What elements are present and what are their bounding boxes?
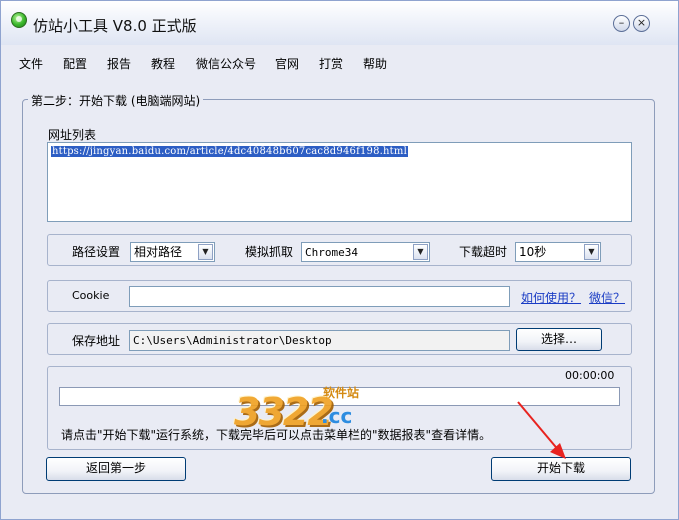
wechat-link[interactable]: 微信？ bbox=[589, 289, 625, 306]
path-setting-label: 路径设置 bbox=[72, 245, 121, 259]
menu-tip[interactable]: 打赏 bbox=[319, 55, 343, 72]
menu-official-site[interactable]: 官网 bbox=[275, 55, 299, 72]
start-download-button[interactable]: 开始下载 bbox=[491, 457, 631, 481]
minimize-button[interactable]: – bbox=[613, 15, 630, 32]
menu-bar: 文件 配置 报告 教程 微信公众号 官网 打赏 帮助 bbox=[1, 45, 678, 79]
app-logo-icon bbox=[11, 12, 27, 28]
menu-report[interactable]: 报告 bbox=[107, 55, 131, 72]
menu-config[interactable]: 配置 bbox=[63, 55, 87, 72]
simulate-select[interactable]: Chrome34 ▼ bbox=[301, 242, 430, 262]
title-bar[interactable]: 仿站小工具 V8.0 正式版 – × bbox=[1, 1, 678, 45]
chevron-down-icon[interactable]: ▼ bbox=[413, 244, 428, 260]
menu-tutorial[interactable]: 教程 bbox=[151, 55, 175, 72]
path-setting-select[interactable]: 相对路径 ▼ bbox=[130, 242, 215, 262]
back-to-step-one-button[interactable]: 返回第一步 bbox=[46, 457, 186, 481]
save-path-field[interactable]: C:\Users\Administrator\Desktop bbox=[129, 330, 510, 351]
url-list-label: 网址列表 bbox=[48, 128, 97, 142]
chevron-down-icon[interactable]: ▼ bbox=[584, 244, 599, 260]
timeout-label: 下载超时 bbox=[459, 245, 508, 259]
path-setting-value: 相对路径 bbox=[134, 245, 183, 259]
choose-folder-button[interactable]: 选择… bbox=[516, 328, 602, 351]
menu-help[interactable]: 帮助 bbox=[363, 55, 387, 72]
timeout-select[interactable]: 10秒 ▼ bbox=[515, 242, 601, 262]
status-hint: 请点击"开始下载"运行系统，下载完毕后可以点击菜单栏的"数据报表"查看详情。 bbox=[61, 428, 492, 442]
cookie-label: Cookie bbox=[72, 289, 110, 302]
simulate-value: Chrome34 bbox=[305, 246, 358, 259]
close-button[interactable]: × bbox=[633, 15, 650, 32]
save-path-label: 保存地址 bbox=[72, 334, 121, 348]
how-to-use-link[interactable]: 如何使用？ bbox=[521, 289, 581, 306]
menu-file[interactable]: 文件 bbox=[19, 55, 43, 72]
selected-url[interactable]: https://jingyan.baidu.com/article/4dc408… bbox=[51, 146, 408, 157]
cookie-input[interactable] bbox=[129, 286, 510, 307]
window-title: 仿站小工具 V8.0 正式版 bbox=[33, 17, 197, 35]
timeout-value: 10秒 bbox=[519, 245, 547, 259]
progress-bar bbox=[59, 387, 620, 406]
step-legend: 第二步：开始下载 (电脑端网站) bbox=[28, 92, 204, 109]
elapsed-time: 00:00:00 bbox=[565, 369, 615, 382]
menu-wechat-account[interactable]: 微信公众号 bbox=[196, 55, 256, 72]
chevron-down-icon[interactable]: ▼ bbox=[198, 244, 213, 260]
simulate-label: 模拟抓取 bbox=[245, 245, 294, 259]
url-list-textarea[interactable]: https://jingyan.baidu.com/article/4dc408… bbox=[47, 142, 632, 222]
